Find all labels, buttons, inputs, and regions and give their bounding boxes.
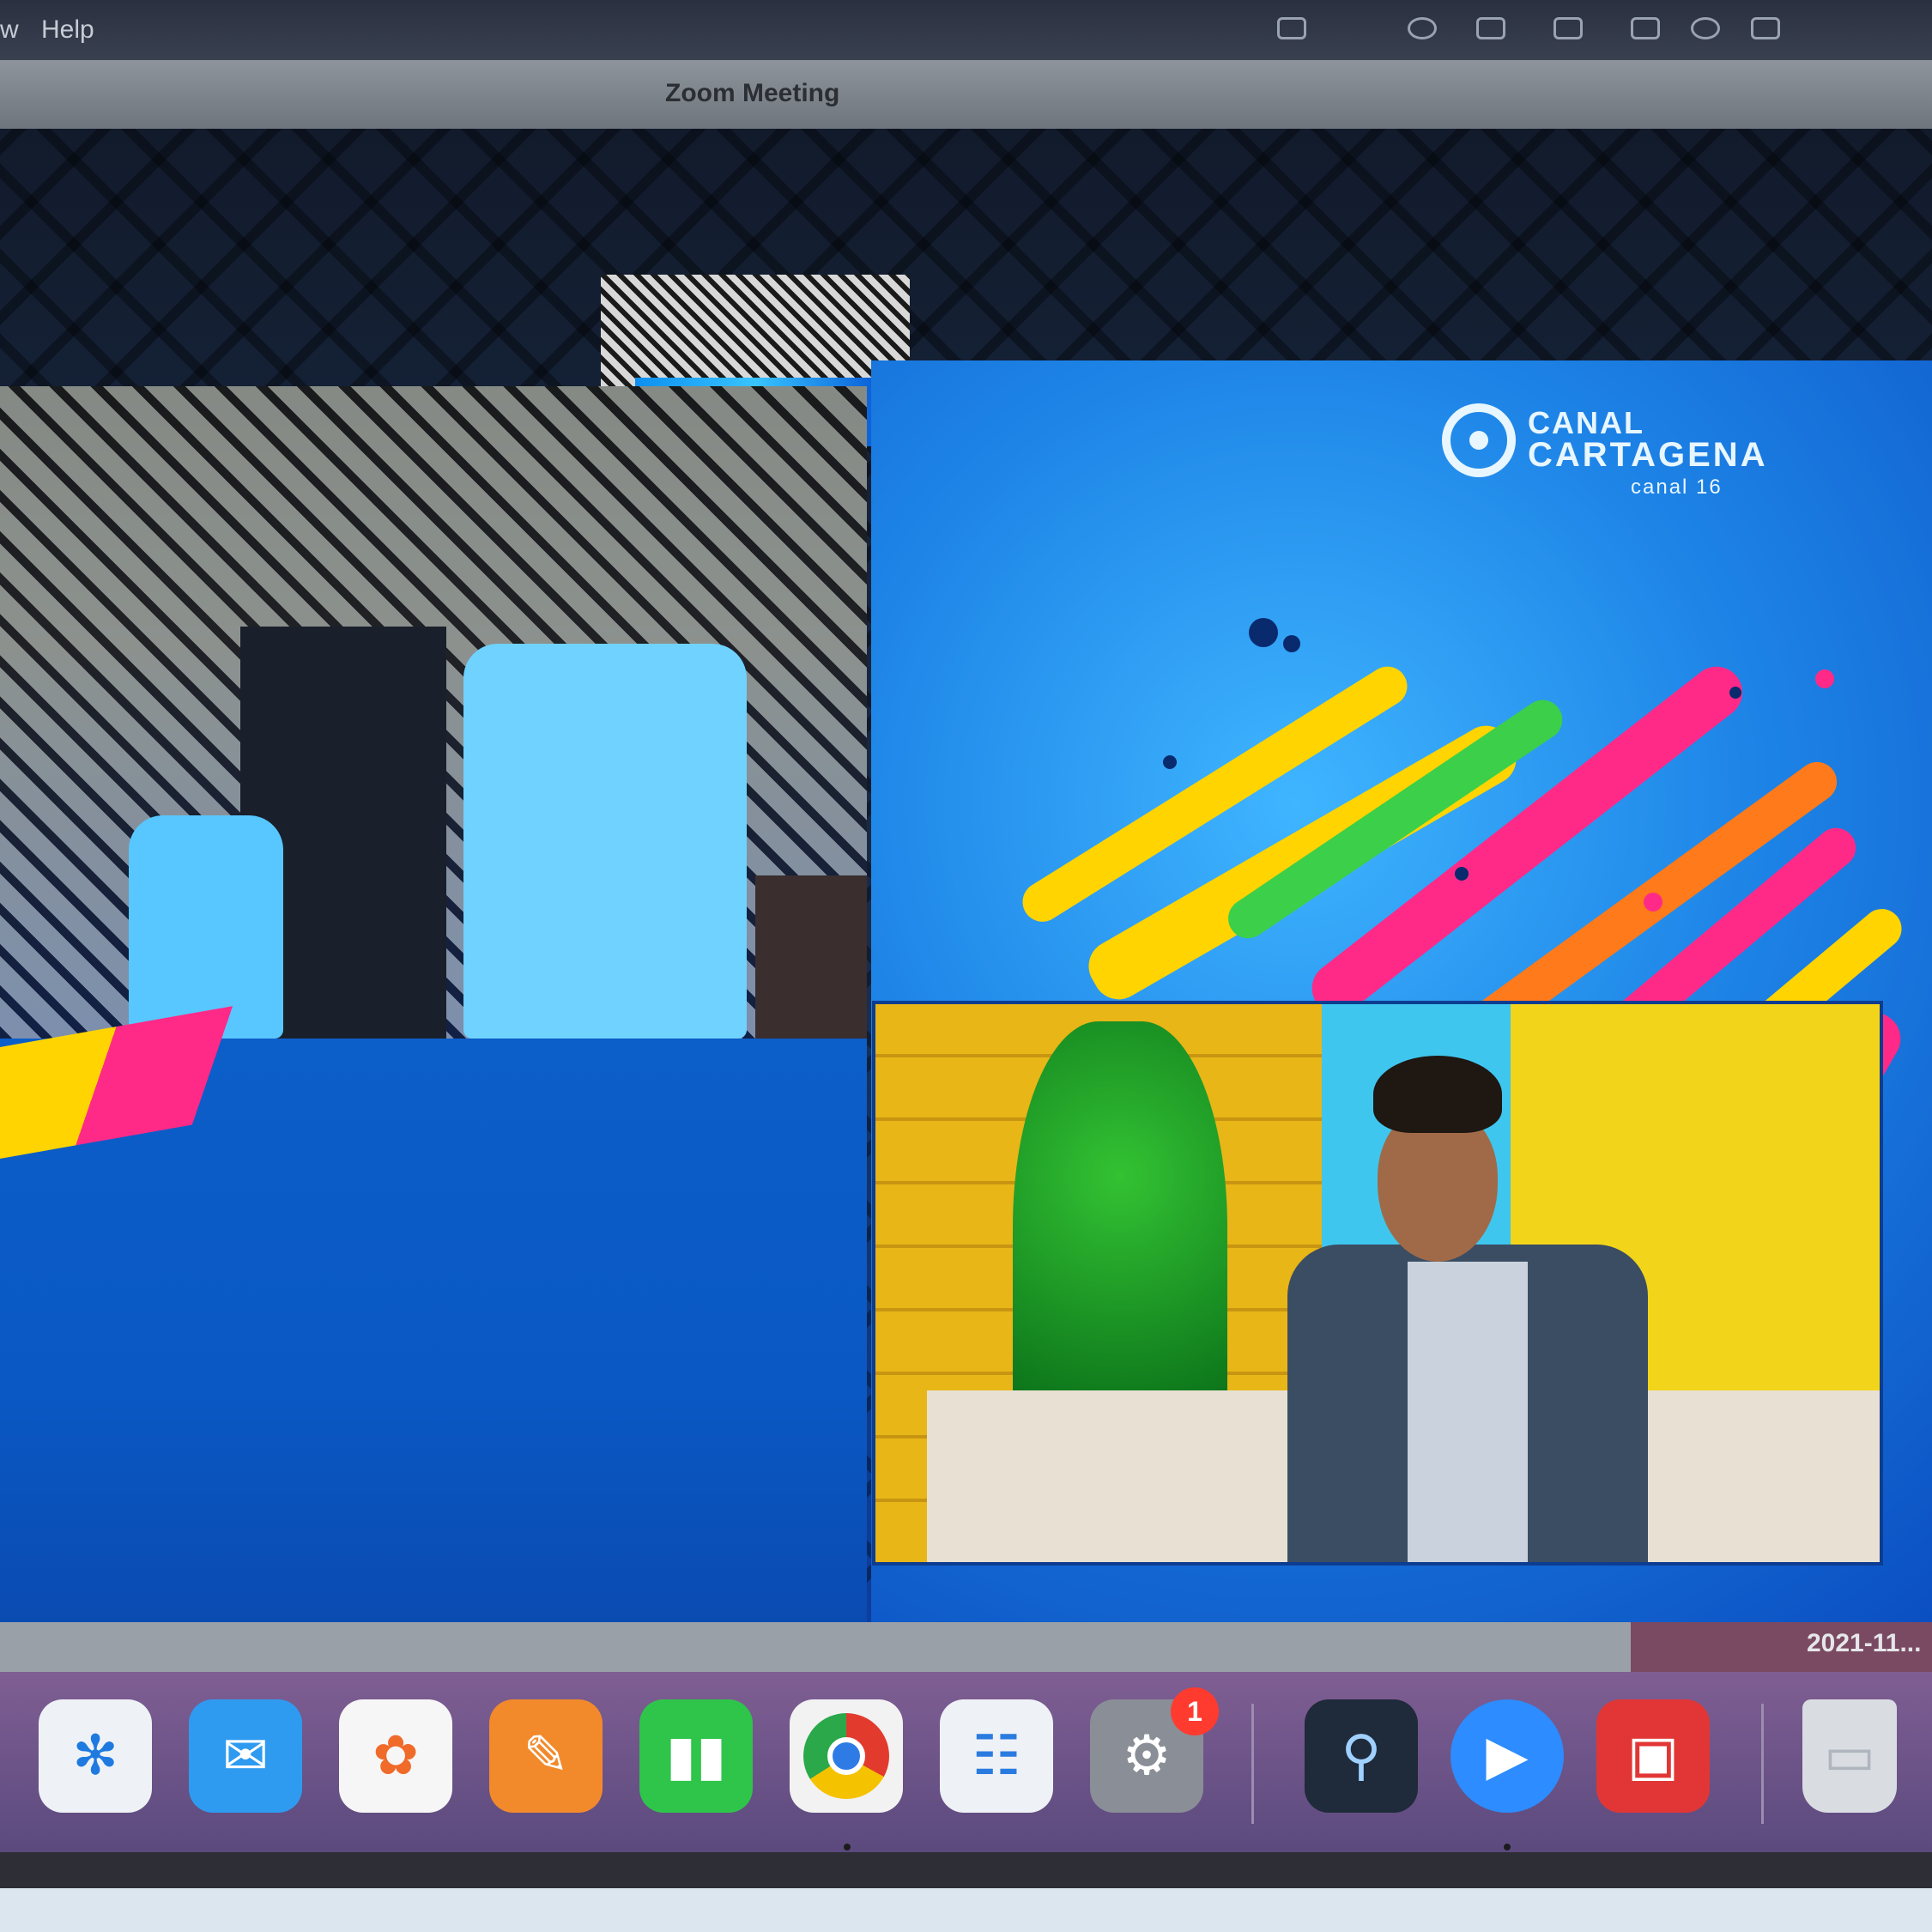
bar-chart-icon: ▮▮ bbox=[665, 1724, 727, 1788]
dock-mail[interactable]: ✉ bbox=[189, 1699, 302, 1813]
paint-dot bbox=[1163, 755, 1177, 769]
dock-trash[interactable]: ▭ bbox=[1802, 1699, 1897, 1813]
dock-zoom[interactable]: ▶ bbox=[1451, 1699, 1564, 1813]
speaker-tshirt bbox=[1408, 1262, 1528, 1562]
dock-divider bbox=[1761, 1704, 1764, 1824]
dock-photo-booth[interactable]: ▣ bbox=[1596, 1699, 1710, 1813]
menu-item-help[interactable]: Help bbox=[41, 15, 94, 45]
dock-quicktime[interactable]: ⚲ bbox=[1305, 1699, 1418, 1813]
video-object bbox=[755, 875, 867, 1039]
screenshot-timestamp[interactable]: 2021-11... bbox=[1807, 1629, 1921, 1658]
laptop-screen: w Help Zoom Meeting CANAL CARTAGENA cana… bbox=[0, 0, 1932, 1888]
compass-icon: ✻ bbox=[72, 1724, 118, 1788]
speaker-hair bbox=[1373, 1056, 1502, 1133]
paint-dot bbox=[1729, 687, 1741, 699]
laptop-bezel bbox=[0, 1852, 1932, 1888]
wifi-icon[interactable] bbox=[1408, 17, 1437, 39]
search-icon[interactable] bbox=[1691, 17, 1720, 39]
dock-divider bbox=[1251, 1704, 1254, 1824]
dock-numbers[interactable]: ▮▮ bbox=[639, 1699, 753, 1813]
volume-icon[interactable] bbox=[1476, 17, 1505, 39]
dock-pages[interactable]: ✎ bbox=[489, 1699, 603, 1813]
quicktime-icon: ⚲ bbox=[1341, 1724, 1382, 1788]
logo-line-2: CARTAGENA bbox=[1528, 436, 1768, 474]
window-title-bar[interactable]: Zoom Meeting bbox=[0, 60, 1932, 129]
dock-photos[interactable]: ✿ bbox=[339, 1699, 452, 1813]
video-speaker bbox=[1253, 1056, 1682, 1562]
envelope-icon: ✉ bbox=[222, 1724, 269, 1788]
paint-dot bbox=[1455, 867, 1469, 881]
participant-video-left[interactable] bbox=[0, 386, 867, 1039]
running-indicator bbox=[844, 1844, 851, 1850]
logo-ring-icon bbox=[1442, 403, 1516, 477]
window-title: Zoom Meeting bbox=[665, 79, 840, 107]
chrome-icon bbox=[790, 1699, 903, 1813]
pen-icon: ✎ bbox=[523, 1724, 569, 1788]
dock-keynote[interactable]: ☷ bbox=[940, 1699, 1053, 1813]
paint-dot bbox=[1249, 618, 1278, 647]
video-camera-icon: ▶ bbox=[1486, 1724, 1529, 1788]
control-center-icon[interactable] bbox=[1751, 17, 1780, 39]
trash-icon: ▭ bbox=[1823, 1724, 1876, 1788]
dock-safari[interactable]: ✻ bbox=[39, 1699, 152, 1813]
dock-chrome[interactable] bbox=[790, 1699, 903, 1813]
user-icon[interactable] bbox=[1631, 17, 1660, 39]
dock-system-preferences[interactable]: ⚙ 1 bbox=[1090, 1687, 1219, 1813]
menu-item-view[interactable]: w bbox=[0, 15, 19, 45]
paint-dot bbox=[1815, 669, 1834, 688]
paint-dot bbox=[1283, 635, 1300, 652]
photo-booth-icon: ▣ bbox=[1626, 1724, 1680, 1788]
background-glare bbox=[0, 1888, 1932, 1932]
running-indicator bbox=[1504, 1844, 1511, 1850]
notification-badge: 1 bbox=[1171, 1687, 1219, 1735]
participant-video-inset[interactable] bbox=[875, 1004, 1880, 1562]
window-bottom-edge bbox=[0, 1622, 1631, 1672]
menu-bar: w Help bbox=[0, 0, 1932, 60]
podium-icon: ☷ bbox=[972, 1724, 1021, 1788]
logo-line-3: canal 16 bbox=[1631, 475, 1723, 499]
screen-share-icon[interactable] bbox=[1277, 17, 1306, 39]
video-figure bbox=[463, 644, 747, 1039]
flower-icon: ✿ bbox=[372, 1724, 419, 1788]
battery-icon[interactable] bbox=[1553, 17, 1583, 39]
paint-dot bbox=[1644, 893, 1662, 911]
